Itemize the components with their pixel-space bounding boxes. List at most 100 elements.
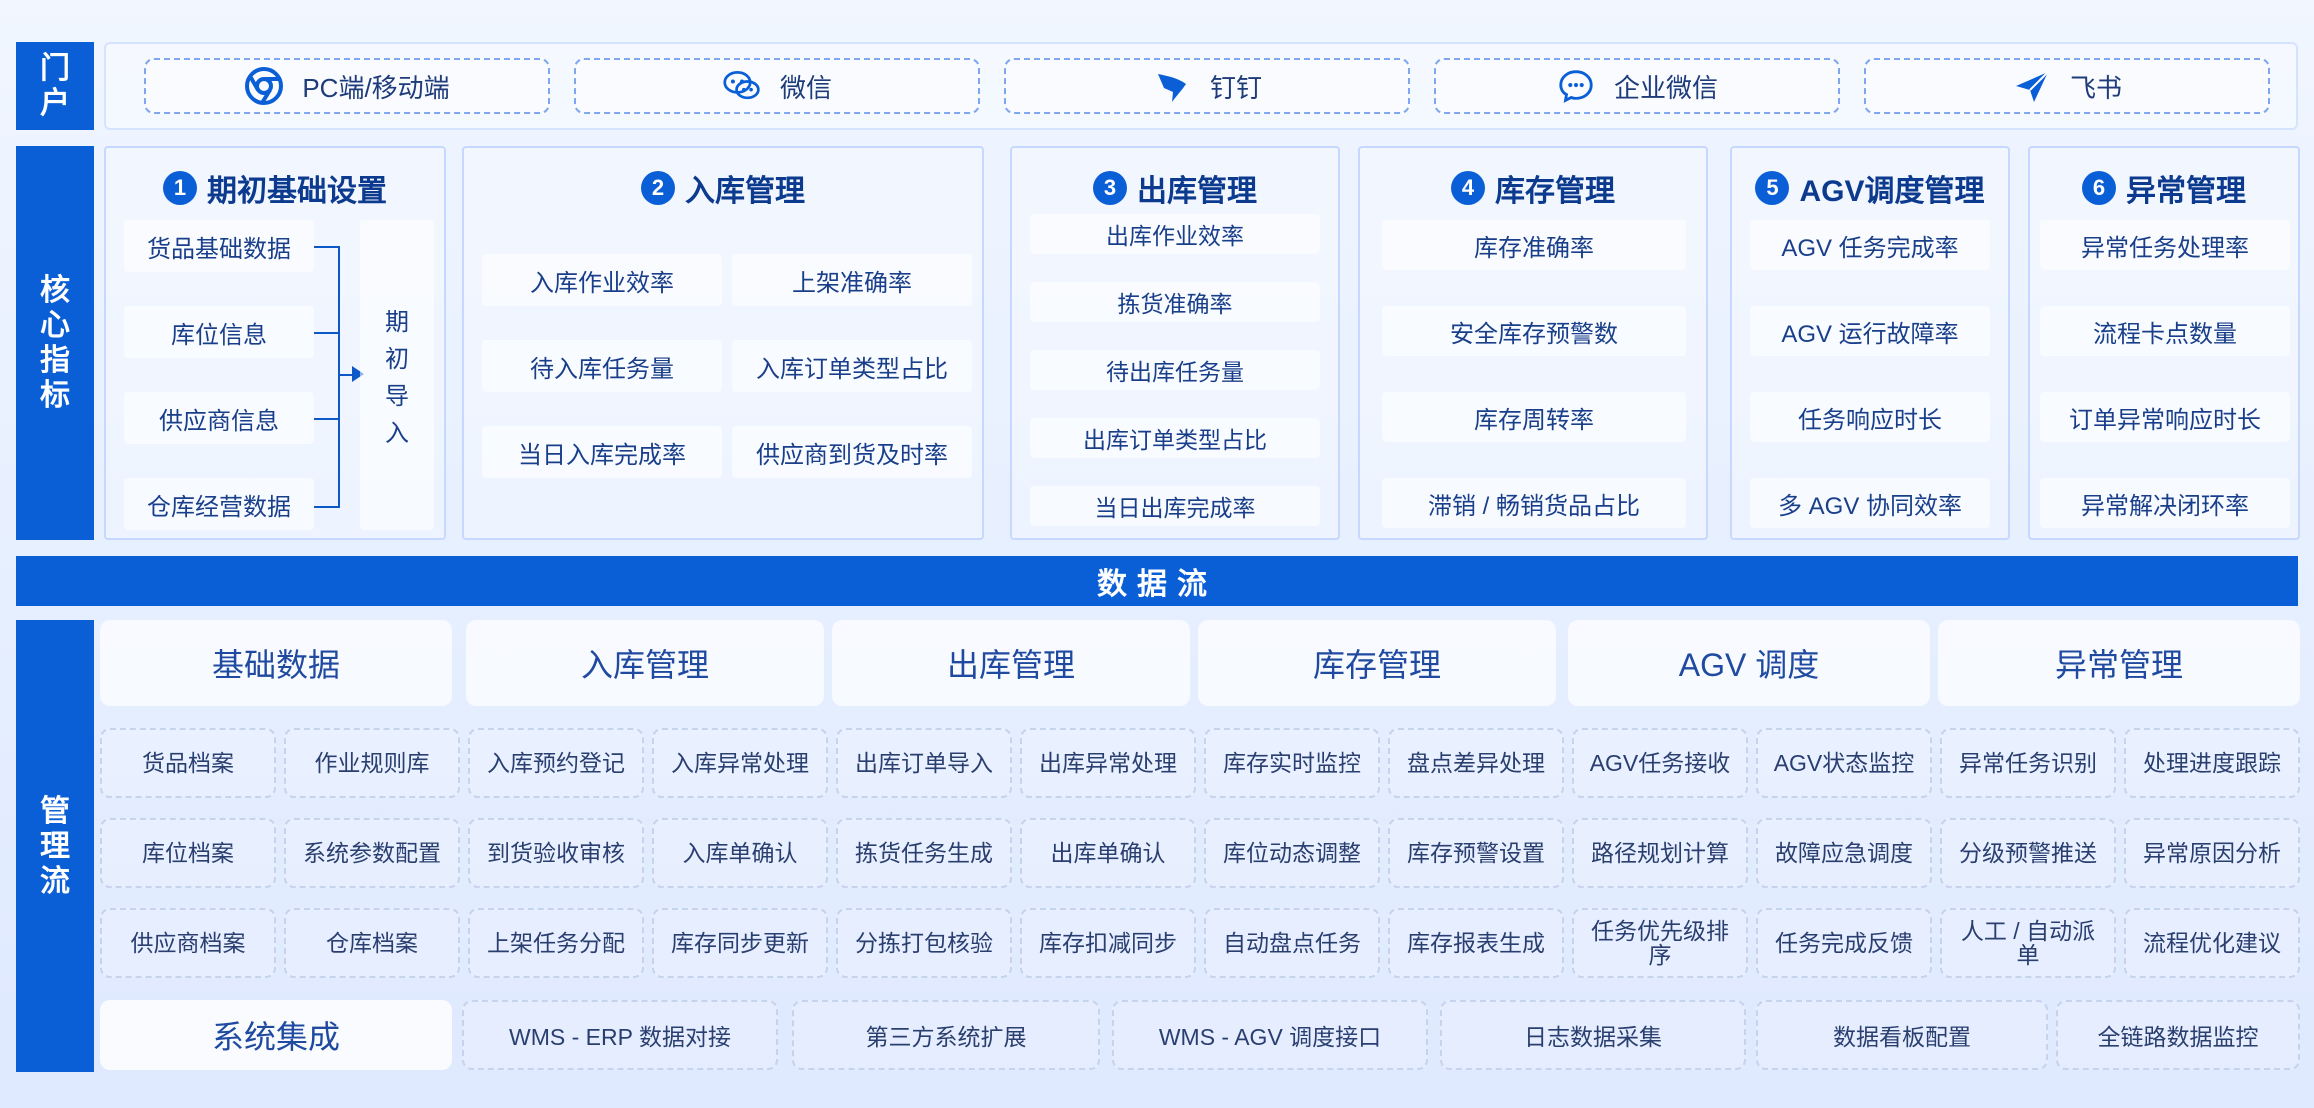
mgmt-item: 路径规划计算 — [1572, 818, 1748, 888]
portal-sidebar-char-2: 户 — [40, 87, 70, 120]
panel-number: 5 — [1755, 171, 1790, 205]
portal-item-feishu-label: 飞书 — [2069, 72, 2122, 103]
mgmt-sidebar: 管 理 流 — [16, 620, 94, 1072]
mgmt-item: 入库单确认 — [652, 818, 828, 888]
mgmt-item: 库位动态调整 — [1204, 818, 1380, 888]
panel-title-text: 期初基础设置 — [207, 175, 387, 208]
integration-item: WMS - ERP 数据对接 — [462, 1000, 778, 1070]
core-sidebar-char-3: 指 — [40, 344, 70, 377]
metric-item: 供应商到货及时率 — [732, 426, 972, 478]
integration-item: 全链路数据监控 — [2056, 1000, 2300, 1070]
panel-title: 4 库存管理 — [1360, 168, 1706, 208]
mgmt-item: 异常任务识别 — [1940, 728, 2116, 798]
integration-item: 数据看板配置 — [1756, 1000, 2048, 1070]
mgmt-item: AGV任务接收 — [1572, 728, 1748, 798]
panel-title: 5 AGV调度管理 — [1732, 168, 2008, 208]
mgmt-head: 入库管理 — [466, 620, 824, 706]
mgmt-item: 分拣打包核验 — [836, 908, 1012, 978]
core-metrics: 1 期初基础设置 货品基础数据 库位信息 供应商信息 仓库经营数据 期 初 导 … — [104, 146, 2300, 540]
panel-number: 4 — [1451, 171, 1485, 205]
mgmt-item: 自动盘点任务 — [1204, 908, 1380, 978]
metric-item: 当日入库完成率 — [482, 426, 722, 478]
metric-item: 库存周转率 — [1382, 392, 1686, 442]
core-sidebar-char-1: 核 — [40, 274, 70, 307]
panel-title: 1 期初基础设置 — [106, 168, 444, 208]
initial-import-char-4: 入 — [385, 420, 409, 447]
mgmt-item: 库存扣减同步 — [1020, 908, 1196, 978]
mgmt-item: 分级预警推送 — [1940, 818, 2116, 888]
wechat-icon — [722, 66, 762, 106]
integration-item: 第三方系统扩展 — [792, 1000, 1100, 1070]
portal-item-dingtalk[interactable]: 钉钉 — [1004, 58, 1410, 114]
portal-sidebar: 门 户 — [16, 42, 94, 130]
metric-item: 库位信息 — [124, 306, 314, 358]
initial-import-box: 期 初 导 入 — [360, 220, 434, 530]
system-integration-head: 系统集成 — [100, 1000, 452, 1070]
mgmt-item: 拣货任务生成 — [836, 818, 1012, 888]
mgmt-item: 入库预约登记 — [468, 728, 644, 798]
initial-import-char-2: 初 — [385, 346, 409, 373]
portal-item-wecom[interactable]: 企业微信 — [1434, 58, 1840, 114]
metric-item: 仓库经营数据 — [124, 478, 314, 530]
mgmt-item: 入库异常处理 — [652, 728, 828, 798]
mgmt-item: 仓库档案 — [284, 908, 460, 978]
bracket-line-mid-lower — [314, 418, 338, 420]
mgmt-item: 处理进度跟踪 — [2124, 728, 2300, 798]
mgmt-item: 库存预警设置 — [1388, 818, 1564, 888]
initial-import-char-1: 期 — [385, 309, 409, 336]
portal-item-pc-mobile[interactable]: PC端/移动端 — [144, 58, 550, 114]
core-panel-outbound: 3 出库管理 出库作业效率 拣货准确率 待出库任务量 出库订单类型占比 当日出库… — [1010, 146, 1340, 540]
metric-item: 入库订单类型占比 — [732, 340, 972, 392]
panel-title: 6 异常管理 — [2030, 168, 2298, 208]
portal-item-feishu[interactable]: 飞书 — [1864, 58, 2270, 114]
portal-item-wechat-label: 微信 — [779, 72, 832, 103]
portal-item-wecom-label: 企业微信 — [1613, 72, 1718, 103]
mgmt-item: 库位档案 — [100, 818, 276, 888]
panel-title-text: 异常管理 — [2126, 175, 2246, 208]
mgmt-item: 到货验收审核 — [468, 818, 644, 888]
portal-sidebar-char-1: 门 — [40, 52, 70, 85]
metric-item: 库存准确率 — [1382, 220, 1686, 270]
mgmt-item: 流程优化建议 — [2124, 908, 2300, 978]
core-panel-inventory: 4 库存管理 库存准确率 安全库存预警数 库存周转率 滞销 / 畅销货品占比 — [1358, 146, 1708, 540]
panel-title: 2 入库管理 — [464, 168, 982, 208]
data-flow-bar: 数据流 — [16, 556, 2298, 606]
core-sidebar-char-4: 标 — [40, 379, 70, 412]
mgmt-item: 库存同步更新 — [652, 908, 828, 978]
metric-item: AGV 任务完成率 — [1750, 220, 1990, 270]
mgmt-item: 库存报表生成 — [1388, 908, 1564, 978]
panel-number: 2 — [641, 171, 675, 205]
mgmt-sidebar-char-2: 理 — [40, 829, 70, 863]
mgmt-item: 系统参数配置 — [284, 818, 460, 888]
metric-item: 待出库任务量 — [1030, 350, 1320, 390]
mgmt-item: 盘点差异处理 — [1388, 728, 1564, 798]
mgmt-item: AGV状态监控 — [1756, 728, 1932, 798]
mgmt-item: 人工 / 自动派单 — [1940, 908, 2116, 978]
panel-title-text: 入库管理 — [685, 175, 805, 208]
mgmt-item: 出库异常处理 — [1020, 728, 1196, 798]
panel-title-text: 库存管理 — [1495, 175, 1615, 208]
mgmt-head: 库存管理 — [1198, 620, 1556, 706]
mgmt-item: 故障应急调度 — [1756, 818, 1932, 888]
dingtalk-icon — [1152, 66, 1192, 106]
metric-item: 入库作业效率 — [482, 254, 722, 306]
metric-item: 上架准确率 — [732, 254, 972, 306]
metric-item: 流程卡点数量 — [2040, 306, 2290, 356]
mgmt-head: 基础数据 — [100, 620, 452, 706]
mgmt-item: 任务完成反馈 — [1756, 908, 1932, 978]
mgmt-item: 货品档案 — [100, 728, 276, 798]
core-panel-agv: 5 AGV调度管理 AGV 任务完成率 AGV 运行故障率 任务响应时长 多 A… — [1730, 146, 2010, 540]
chrome-icon — [244, 66, 284, 106]
mgmt-item: 上架任务分配 — [468, 908, 644, 978]
mgmt-item: 库存实时监控 — [1204, 728, 1380, 798]
panel-title: 3 出库管理 — [1012, 168, 1338, 208]
metric-item: 任务响应时长 — [1750, 392, 1990, 442]
core-panel-initial-setup: 1 期初基础设置 货品基础数据 库位信息 供应商信息 仓库经营数据 期 初 导 … — [104, 146, 446, 540]
panel-number: 3 — [1093, 171, 1127, 205]
portal-item-wechat[interactable]: 微信 — [574, 58, 980, 114]
portal-item-pc-mobile-label: PC端/移动端 — [302, 72, 450, 103]
panel-title-text: AGV调度管理 — [1799, 175, 1985, 208]
metric-item: 供应商信息 — [124, 392, 314, 444]
panel-number: 6 — [2082, 171, 2116, 205]
core-panel-inbound: 2 入库管理 入库作业效率 上架准确率 待入库任务量 入库订单类型占比 当日入库… — [462, 146, 984, 540]
